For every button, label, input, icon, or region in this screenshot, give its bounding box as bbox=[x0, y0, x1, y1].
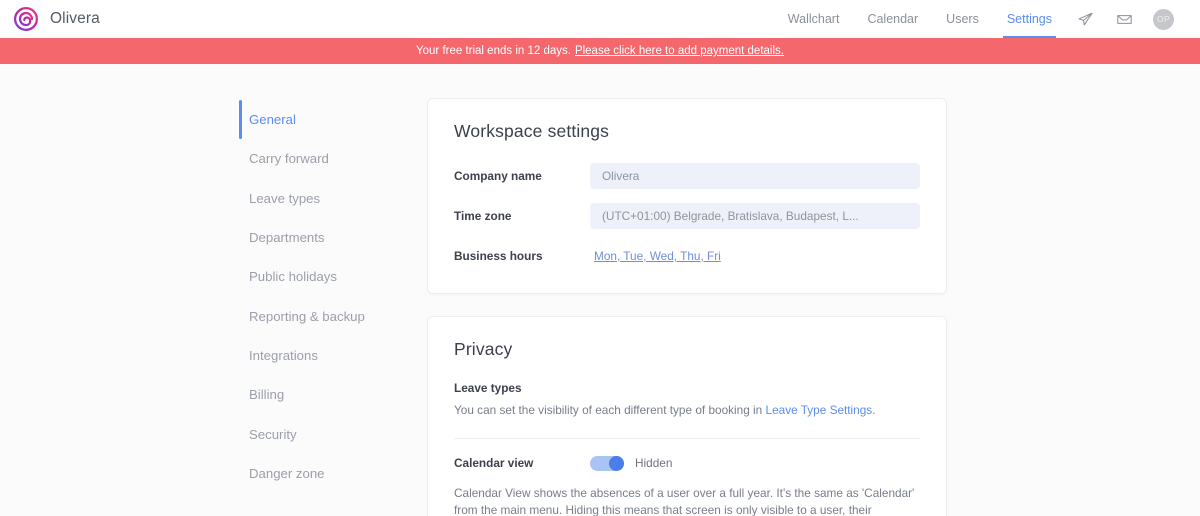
sidebar-item-reporting-backup[interactable]: Reporting & backup bbox=[239, 296, 439, 335]
inbox-tray-icon[interactable] bbox=[1105, 11, 1144, 28]
trial-banner-link[interactable]: Please click here to add payment details… bbox=[575, 45, 784, 57]
privacy-leave-types-text: You can set the visibility of each diffe… bbox=[454, 402, 920, 419]
sidebar-item-public-holidays[interactable]: Public holidays bbox=[239, 257, 439, 296]
nav-item-settings[interactable]: Settings bbox=[993, 0, 1066, 38]
calendar-view-toggle[interactable] bbox=[590, 455, 624, 471]
calendar-view-row: Calendar view Hidden bbox=[454, 455, 920, 471]
company-name-row: Company name Olivera bbox=[454, 163, 920, 189]
business-hours-row: Business hours Mon, Tue, Wed, Thu, Fri bbox=[454, 243, 920, 269]
calendar-view-toggle-knob bbox=[609, 455, 624, 471]
sidebar-item-security[interactable]: Security bbox=[239, 414, 439, 453]
time-zone-label: Time zone bbox=[454, 209, 512, 223]
settings-content: Workspace settings Company name Olivera … bbox=[427, 98, 1200, 516]
nav-item-calendar[interactable]: Calendar bbox=[853, 0, 932, 38]
privacy-leave-types-label: Leave types bbox=[454, 381, 522, 395]
settings-sidebar: General Carry forward Leave types Depart… bbox=[239, 98, 439, 516]
sidebar-item-billing[interactable]: Billing bbox=[239, 375, 439, 414]
leave-type-settings-link[interactable]: Leave Type Settings bbox=[766, 403, 873, 417]
privacy-leave-types-text-before: You can set the visibility of each diffe… bbox=[454, 403, 766, 417]
company-name-input[interactable]: Olivera bbox=[590, 163, 920, 189]
sidebar-item-danger-zone[interactable]: Danger zone bbox=[239, 454, 439, 493]
brand-name: Olivera bbox=[50, 10, 100, 27]
top-header: Olivera Wallchart Calendar Users Setting… bbox=[0, 0, 1200, 38]
nav-item-wallchart[interactable]: Wallchart bbox=[774, 0, 854, 38]
trial-banner-message: Your free trial ends in 12 days. bbox=[416, 45, 571, 57]
nav-item-users[interactable]: Users bbox=[932, 0, 993, 38]
sidebar-item-general[interactable]: General bbox=[239, 100, 439, 140]
sidebar-item-departments[interactable]: Departments bbox=[239, 218, 439, 257]
business-hours-label: Business hours bbox=[454, 249, 543, 263]
workspace-settings-card: Workspace settings Company name Olivera … bbox=[427, 98, 947, 294]
workspace-settings-title: Workspace settings bbox=[454, 121, 610, 141]
trial-banner: Your free trial ends in 12 days. Please … bbox=[0, 38, 1200, 64]
main-nav: Wallchart Calendar Users Settings OP bbox=[774, 0, 1174, 38]
time-zone-select[interactable]: (UTC+01:00) Belgrade, Bratislava, Budape… bbox=[590, 203, 920, 229]
time-zone-row: Time zone (UTC+01:00) Belgrade, Bratisla… bbox=[454, 203, 920, 229]
spiral-logo-icon bbox=[14, 7, 38, 31]
privacy-card: Privacy Leave types You can set the visi… bbox=[427, 316, 947, 516]
sidebar-item-leave-types[interactable]: Leave types bbox=[239, 179, 439, 218]
business-hours-link[interactable]: Mon, Tue, Wed, Thu, Fri bbox=[590, 249, 721, 263]
brand[interactable]: Olivera bbox=[14, 7, 100, 31]
avatar[interactable]: OP bbox=[1153, 8, 1174, 30]
privacy-title: Privacy bbox=[454, 339, 513, 359]
company-name-label: Company name bbox=[454, 169, 542, 183]
sidebar-item-integrations[interactable]: Integrations bbox=[239, 336, 439, 375]
send-paper-plane-icon[interactable] bbox=[1066, 11, 1105, 28]
privacy-leave-types-text-after: . bbox=[872, 403, 876, 417]
calendar-view-description: Calendar View shows the absences of a us… bbox=[454, 485, 915, 516]
page-body: General Carry forward Leave types Depart… bbox=[0, 64, 1200, 516]
privacy-divider bbox=[454, 437, 920, 439]
sidebar-item-carry-forward[interactable]: Carry forward bbox=[239, 139, 439, 178]
calendar-view-label: Calendar view bbox=[454, 456, 534, 470]
calendar-view-state: Hidden bbox=[635, 456, 673, 470]
